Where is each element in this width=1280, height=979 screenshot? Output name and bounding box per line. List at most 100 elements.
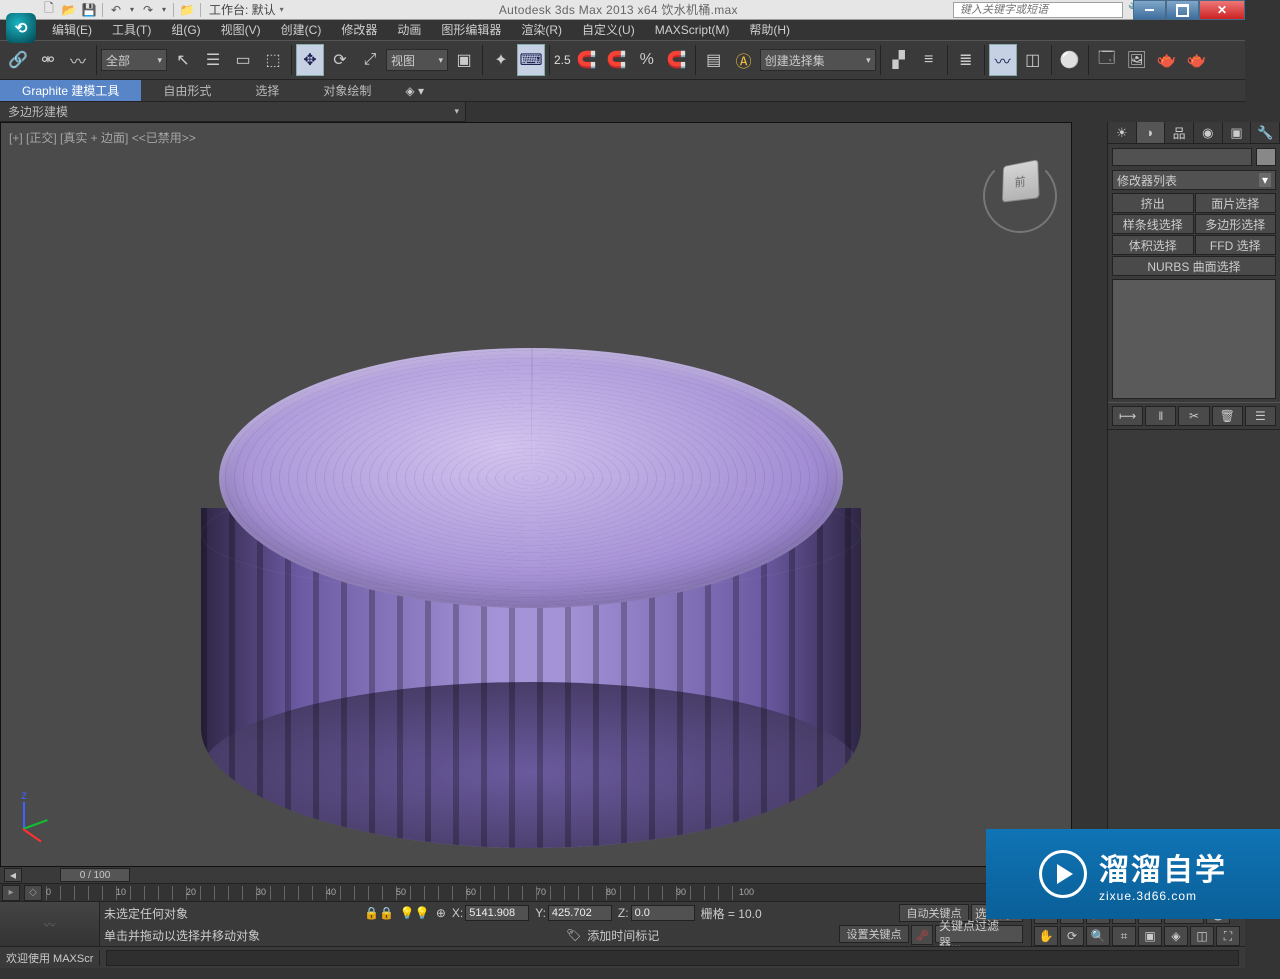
cmdtab-utilities[interactable]: 🔧: [1251, 122, 1280, 143]
menu-customize[interactable]: 自定义(U): [572, 20, 645, 40]
scale-button[interactable]: [356, 44, 384, 76]
menu-maxscript[interactable]: MAXScript(M): [645, 20, 740, 40]
qat-undo-icon[interactable]: [107, 1, 125, 19]
cmdtab-motion[interactable]: ◉: [1194, 122, 1223, 143]
render-setup-button[interactable]: 🗔: [1093, 44, 1121, 76]
render-iterative-button[interactable]: [1183, 44, 1211, 76]
cmdtab-modify[interactable]: ◗: [1137, 122, 1166, 143]
select-region-rect-button[interactable]: [229, 44, 257, 76]
modbtn-volume-select[interactable]: 体积选择: [1112, 235, 1194, 255]
nav-fov[interactable]: ⌗: [1112, 926, 1136, 946]
object-name-field[interactable]: [1112, 148, 1252, 166]
ribbon-expand-icon[interactable]: ◈ ▾: [397, 80, 432, 101]
nav-zoom-all[interactable]: ▣: [1138, 926, 1162, 946]
percent-snap-button[interactable]: [633, 44, 661, 76]
timetag-label[interactable]: 添加时间标记: [587, 927, 659, 944]
qat-project-icon[interactable]: 📁: [178, 1, 196, 19]
modtool-pin[interactable]: ⟼: [1112, 406, 1143, 426]
rendered-frame-button[interactable]: 🖼: [1123, 44, 1151, 76]
ref-coord-dropdown[interactable]: 视图▾: [386, 49, 448, 71]
select-object-button[interactable]: [169, 44, 197, 76]
selection-lock-icon[interactable]: 🔒: [364, 906, 394, 920]
menu-grapheditors[interactable]: 图形编辑器: [431, 20, 511, 40]
menu-edit[interactable]: 编辑(E): [42, 20, 102, 40]
window-minimize-button[interactable]: [1133, 0, 1166, 20]
angle-snap-button[interactable]: 🧲: [603, 44, 631, 76]
keyboard-shortcut-toggle[interactable]: ⌨: [517, 44, 545, 76]
modbtn-poly-select[interactable]: 多边形选择: [1195, 214, 1277, 234]
named-sel-tools-button[interactable]: Ⓐ: [730, 44, 758, 76]
viewport-label[interactable]: [+] [正交] [真实 + 边面] <<已禁用>>: [9, 129, 196, 146]
menu-rendering[interactable]: 渲染(R): [511, 20, 572, 40]
modtool-remove[interactable]: 🗑: [1212, 406, 1243, 426]
key-filter-dropdown[interactable]: 关键点过滤器...: [935, 925, 1023, 943]
adaptive-degrad-icon[interactable]: 💡: [400, 906, 430, 920]
use-pivot-center-button[interactable]: ▣: [450, 44, 478, 76]
qat-open-icon[interactable]: [60, 1, 78, 19]
viewport[interactable]: [+] [正交] [真实 + 边面] <<已禁用>>: [0, 122, 1072, 867]
ribbon-tab-freeform[interactable]: 自由形式: [141, 80, 233, 101]
modifier-stack[interactable]: [1112, 279, 1276, 399]
ribbon-panel-polymodel[interactable]: 多边形建模▾: [0, 102, 466, 122]
ribbon-tab-selection[interactable]: 选择: [233, 80, 301, 101]
modbtn-spline-select[interactable]: 样条线选择: [1112, 214, 1194, 234]
nav-arc[interactable]: ⟳: [1060, 926, 1084, 946]
render-production-button[interactable]: [1153, 44, 1181, 76]
material-editor-button[interactable]: [1056, 44, 1084, 76]
coord-display-toggle[interactable]: ⊕: [436, 906, 446, 920]
modbtn-nurbs-select[interactable]: NURBS 曲面选择: [1112, 256, 1276, 276]
layer-manager-button[interactable]: [952, 44, 980, 76]
maxscript-listener-input[interactable]: [106, 950, 1239, 966]
nav-zoom-ext[interactable]: ◈: [1164, 926, 1188, 946]
qat-redo-drop[interactable]: ▾: [159, 1, 169, 19]
coord-x[interactable]: X:5141.908: [452, 905, 529, 921]
select-manipulate-button[interactable]: ✦: [487, 44, 515, 76]
cmdtab-display[interactable]: ▣: [1223, 122, 1252, 143]
qat-save-icon[interactable]: [80, 1, 98, 19]
app-icon[interactable]: ⟲: [6, 13, 36, 43]
nav-max-toggle[interactable]: ⛶: [1216, 926, 1240, 946]
align-button[interactable]: [915, 44, 943, 76]
modbtn-face-select[interactable]: 面片选择: [1195, 193, 1277, 213]
cmdtab-hierarchy[interactable]: 品: [1165, 122, 1194, 143]
mini-curve-editor[interactable]: 〰: [0, 902, 100, 947]
coord-z[interactable]: Z:0.0: [618, 905, 695, 921]
modifier-list-dropdown[interactable]: 修改器列表▾: [1112, 170, 1276, 190]
window-maximize-button[interactable]: [1166, 0, 1199, 20]
timetag-icon[interactable]: 🏷: [566, 928, 581, 942]
curve-editor-button[interactable]: [989, 44, 1017, 76]
modtool-config[interactable]: ☰: [1245, 406, 1276, 426]
menu-create[interactable]: 创建(C): [271, 20, 332, 40]
menu-views[interactable]: 视图(V): [211, 20, 271, 40]
help-search-input[interactable]: [958, 3, 1118, 17]
setkey-large-icon[interactable]: 🗝: [911, 925, 933, 945]
bind-spacewarp-button[interactable]: 〰: [64, 44, 92, 76]
object-color-swatch[interactable]: [1256, 148, 1276, 166]
select-link-button[interactable]: [4, 44, 32, 76]
time-slider-left[interactable]: ◂: [4, 868, 22, 882]
ribbon-tab-objectpaint[interactable]: 对象绘制: [301, 80, 393, 101]
cmdtab-create[interactable]: ☀: [1108, 122, 1137, 143]
menu-help[interactable]: 帮助(H): [739, 20, 800, 40]
time-slider-handle[interactable]: 0 / 100: [60, 868, 130, 882]
mirror-button[interactable]: [885, 44, 913, 76]
qat-redo-icon[interactable]: [139, 1, 157, 19]
menu-animation[interactable]: 动画: [387, 20, 431, 40]
selection-filter-dropdown[interactable]: 全部▾: [101, 49, 167, 71]
qat-undo-drop[interactable]: ▾: [127, 1, 137, 19]
viewcube[interactable]: [983, 159, 1057, 233]
modbtn-ffd-select[interactable]: FFD 选择: [1195, 235, 1277, 255]
nav-zoom[interactable]: 🔍: [1086, 926, 1110, 946]
menu-tools[interactable]: 工具(T): [102, 20, 161, 40]
spinner-snap-button[interactable]: [663, 44, 691, 76]
named-selection-dropdown[interactable]: 创建选择集▾: [760, 49, 876, 71]
menu-group[interactable]: 组(G): [161, 20, 210, 40]
nav-pan[interactable]: ✋: [1034, 926, 1058, 946]
select-by-name-button[interactable]: ☰: [199, 44, 227, 76]
qat-new-icon[interactable]: [40, 1, 58, 19]
schematic-view-button[interactable]: [1019, 44, 1047, 76]
coord-y[interactable]: Y:425.702: [535, 905, 612, 921]
ribbon-tab-graphite[interactable]: Graphite 建模工具: [0, 80, 141, 101]
menu-modifiers[interactable]: 修改器: [331, 20, 387, 40]
nav-region[interactable]: ◫: [1190, 926, 1214, 946]
